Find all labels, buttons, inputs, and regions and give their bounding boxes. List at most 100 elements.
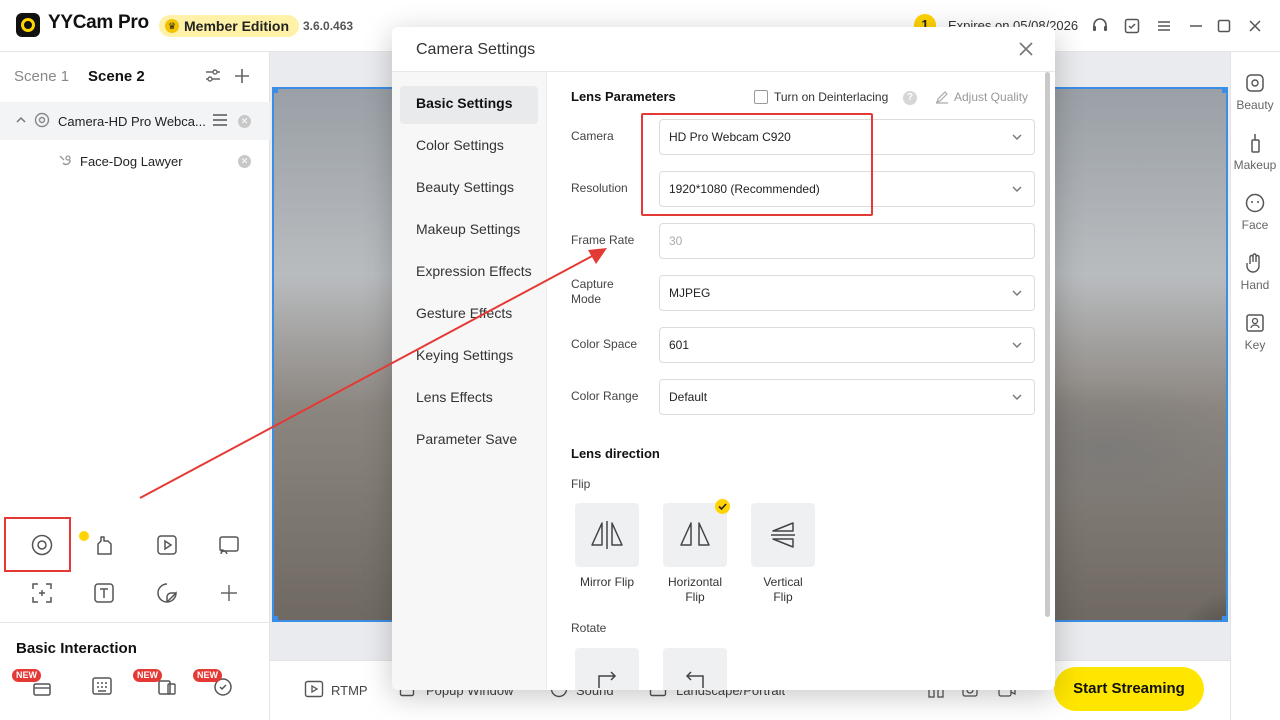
- tab-scene-1[interactable]: Scene 1: [14, 68, 69, 85]
- chevron-down-icon: [1012, 186, 1022, 192]
- rotate-label: Rotate: [571, 621, 607, 635]
- dialog-scrollbar[interactable]: [1045, 72, 1050, 617]
- deinterlacing-checkbox[interactable]: [754, 90, 768, 104]
- close-icon[interactable]: [1018, 41, 1034, 57]
- rail-item-makeup[interactable]: Makeup: [1230, 132, 1280, 172]
- settings-nav: [392, 72, 547, 690]
- nav-lens-effects[interactable]: Lens Effects: [416, 389, 493, 405]
- pencil-icon: [936, 91, 948, 104]
- headset-icon[interactable]: [1091, 17, 1109, 35]
- flip-label: Flip: [571, 477, 591, 491]
- premium-dot-icon: [79, 531, 89, 541]
- color-space-select[interactable]: 601: [659, 327, 1035, 363]
- rotate-left-icon: [685, 671, 704, 688]
- nav-color-settings[interactable]: Color Settings: [416, 137, 504, 153]
- close-window-icon[interactable]: [1246, 17, 1264, 35]
- help-icon[interactable]: ?: [903, 91, 917, 105]
- sub-source-label: Face-Dog Lawyer: [80, 154, 183, 169]
- remove-source-icon[interactable]: ✕: [238, 115, 251, 128]
- makeup-icon: [1251, 134, 1260, 153]
- left-divider: [0, 622, 270, 623]
- vertical-flip-label: Vertical Flip: [738, 575, 828, 605]
- nav-basic-settings[interactable]: Basic Settings: [416, 95, 512, 111]
- capture-mode-label-line1: Capture: [571, 277, 614, 291]
- camera-tool-highlight: [4, 517, 71, 572]
- rtmp-button[interactable]: RTMP: [331, 683, 368, 698]
- deinterlacing-label: Turn on Deinterlacing: [774, 90, 889, 104]
- capture-mode-select[interactable]: MJPEG: [659, 275, 1035, 311]
- vertical-flip-icon: [771, 522, 795, 548]
- collapse-arrow-icon[interactable]: [16, 116, 26, 124]
- rail-item-face[interactable]: Face: [1230, 192, 1280, 232]
- rtmp-icon[interactable]: [304, 680, 324, 698]
- color-space-value: 601: [669, 338, 690, 352]
- horizontal-flip-label: Horizontal Flip: [650, 575, 740, 605]
- gesture-tool-icon[interactable]: [93, 534, 115, 556]
- nav-keying-settings[interactable]: Keying Settings: [416, 347, 513, 363]
- resolution-label: Resolution: [571, 181, 628, 195]
- capture-mode-value: MJPEG: [669, 286, 711, 300]
- color-range-value: Default: [669, 390, 708, 404]
- vertical-flip-button[interactable]: [751, 503, 815, 567]
- rail-item-key[interactable]: Key: [1230, 312, 1280, 352]
- start-streaming-button[interactable]: Start Streaming: [1054, 667, 1204, 711]
- keyboard-tool-icon[interactable]: [91, 675, 113, 697]
- rail-label: Makeup: [1233, 158, 1277, 172]
- frame-rate-value: 30: [669, 234, 683, 248]
- frame-rate-field[interactable]: 30: [659, 223, 1035, 259]
- nav-expression-effects[interactable]: Expression Effects: [416, 263, 532, 279]
- resize-handle[interactable]: [1222, 616, 1228, 622]
- scene-settings-icon[interactable]: [204, 67, 222, 85]
- nav-gesture-effects[interactable]: Gesture Effects: [416, 305, 512, 321]
- camera-settings-dialog: Camera Settings Basic Settings Color Set…: [392, 27, 1055, 690]
- menu-icon[interactable]: [1155, 17, 1173, 35]
- color-range-select[interactable]: Default: [659, 379, 1035, 415]
- nav-makeup-settings[interactable]: Makeup Settings: [416, 221, 520, 237]
- new-badge: NEW: [193, 669, 222, 682]
- tab-scene-2[interactable]: Scene 2: [88, 68, 145, 85]
- feedback-icon[interactable]: [1123, 17, 1141, 35]
- camera-resolution-highlight: [641, 113, 873, 216]
- adjust-quality-link[interactable]: Adjust Quality: [954, 90, 1028, 104]
- resize-handle[interactable]: [272, 616, 278, 622]
- resize-handle[interactable]: [272, 87, 278, 93]
- add-scene-icon[interactable]: [233, 67, 251, 85]
- nav-parameter-save[interactable]: Parameter Save: [416, 431, 517, 447]
- minimize-icon[interactable]: [1187, 17, 1205, 35]
- capture-area-icon[interactable]: [31, 582, 53, 604]
- camera-source-icon: [34, 112, 50, 128]
- rotate-left-button[interactable]: [663, 648, 727, 690]
- vertical-flip-label-line2: Flip: [773, 590, 793, 604]
- remove-sub-source-icon[interactable]: ✕: [238, 155, 251, 168]
- member-badge[interactable]: ♛ Member Edition: [159, 15, 300, 37]
- sticker-tool-icon[interactable]: [156, 582, 178, 604]
- add-tool-icon[interactable]: [218, 582, 240, 604]
- mirror-flip-label: Mirror Flip: [580, 575, 634, 589]
- rotate-right-button[interactable]: [575, 648, 639, 690]
- video-tool-icon[interactable]: [156, 534, 178, 556]
- horizontal-flip-label-line2: Flip: [685, 590, 705, 604]
- resize-handle[interactable]: [1222, 87, 1228, 93]
- rotate-right-icon: [598, 671, 617, 688]
- basic-interaction-title: Basic Interaction: [16, 640, 137, 657]
- app-logo-icon: [16, 13, 40, 37]
- new-badge: NEW: [12, 669, 41, 682]
- left-panel: [0, 52, 270, 720]
- version-label: 3.6.0.463: [303, 19, 354, 33]
- chevron-down-icon: [1012, 394, 1022, 400]
- rail-item-beauty[interactable]: Beauty: [1230, 72, 1280, 112]
- source-menu-icon[interactable]: [212, 113, 228, 127]
- rail-label: Hand: [1240, 278, 1270, 292]
- rail-item-hand[interactable]: Hand: [1230, 252, 1280, 292]
- mirror-flip-button[interactable]: [575, 503, 639, 567]
- rail-label: Key: [1244, 338, 1266, 352]
- nav-beauty-settings[interactable]: Beauty Settings: [416, 179, 514, 195]
- frame-rate-label: Frame Rate: [571, 233, 635, 247]
- chevron-down-icon: [1012, 134, 1022, 140]
- text-tool-icon[interactable]: [93, 582, 115, 604]
- lens-direction-title: Lens direction: [571, 446, 660, 461]
- maximize-icon[interactable]: [1215, 17, 1233, 35]
- selected-check-icon: [715, 499, 730, 514]
- beauty-icon: [1246, 74, 1264, 92]
- screen-cast-icon[interactable]: [218, 534, 240, 556]
